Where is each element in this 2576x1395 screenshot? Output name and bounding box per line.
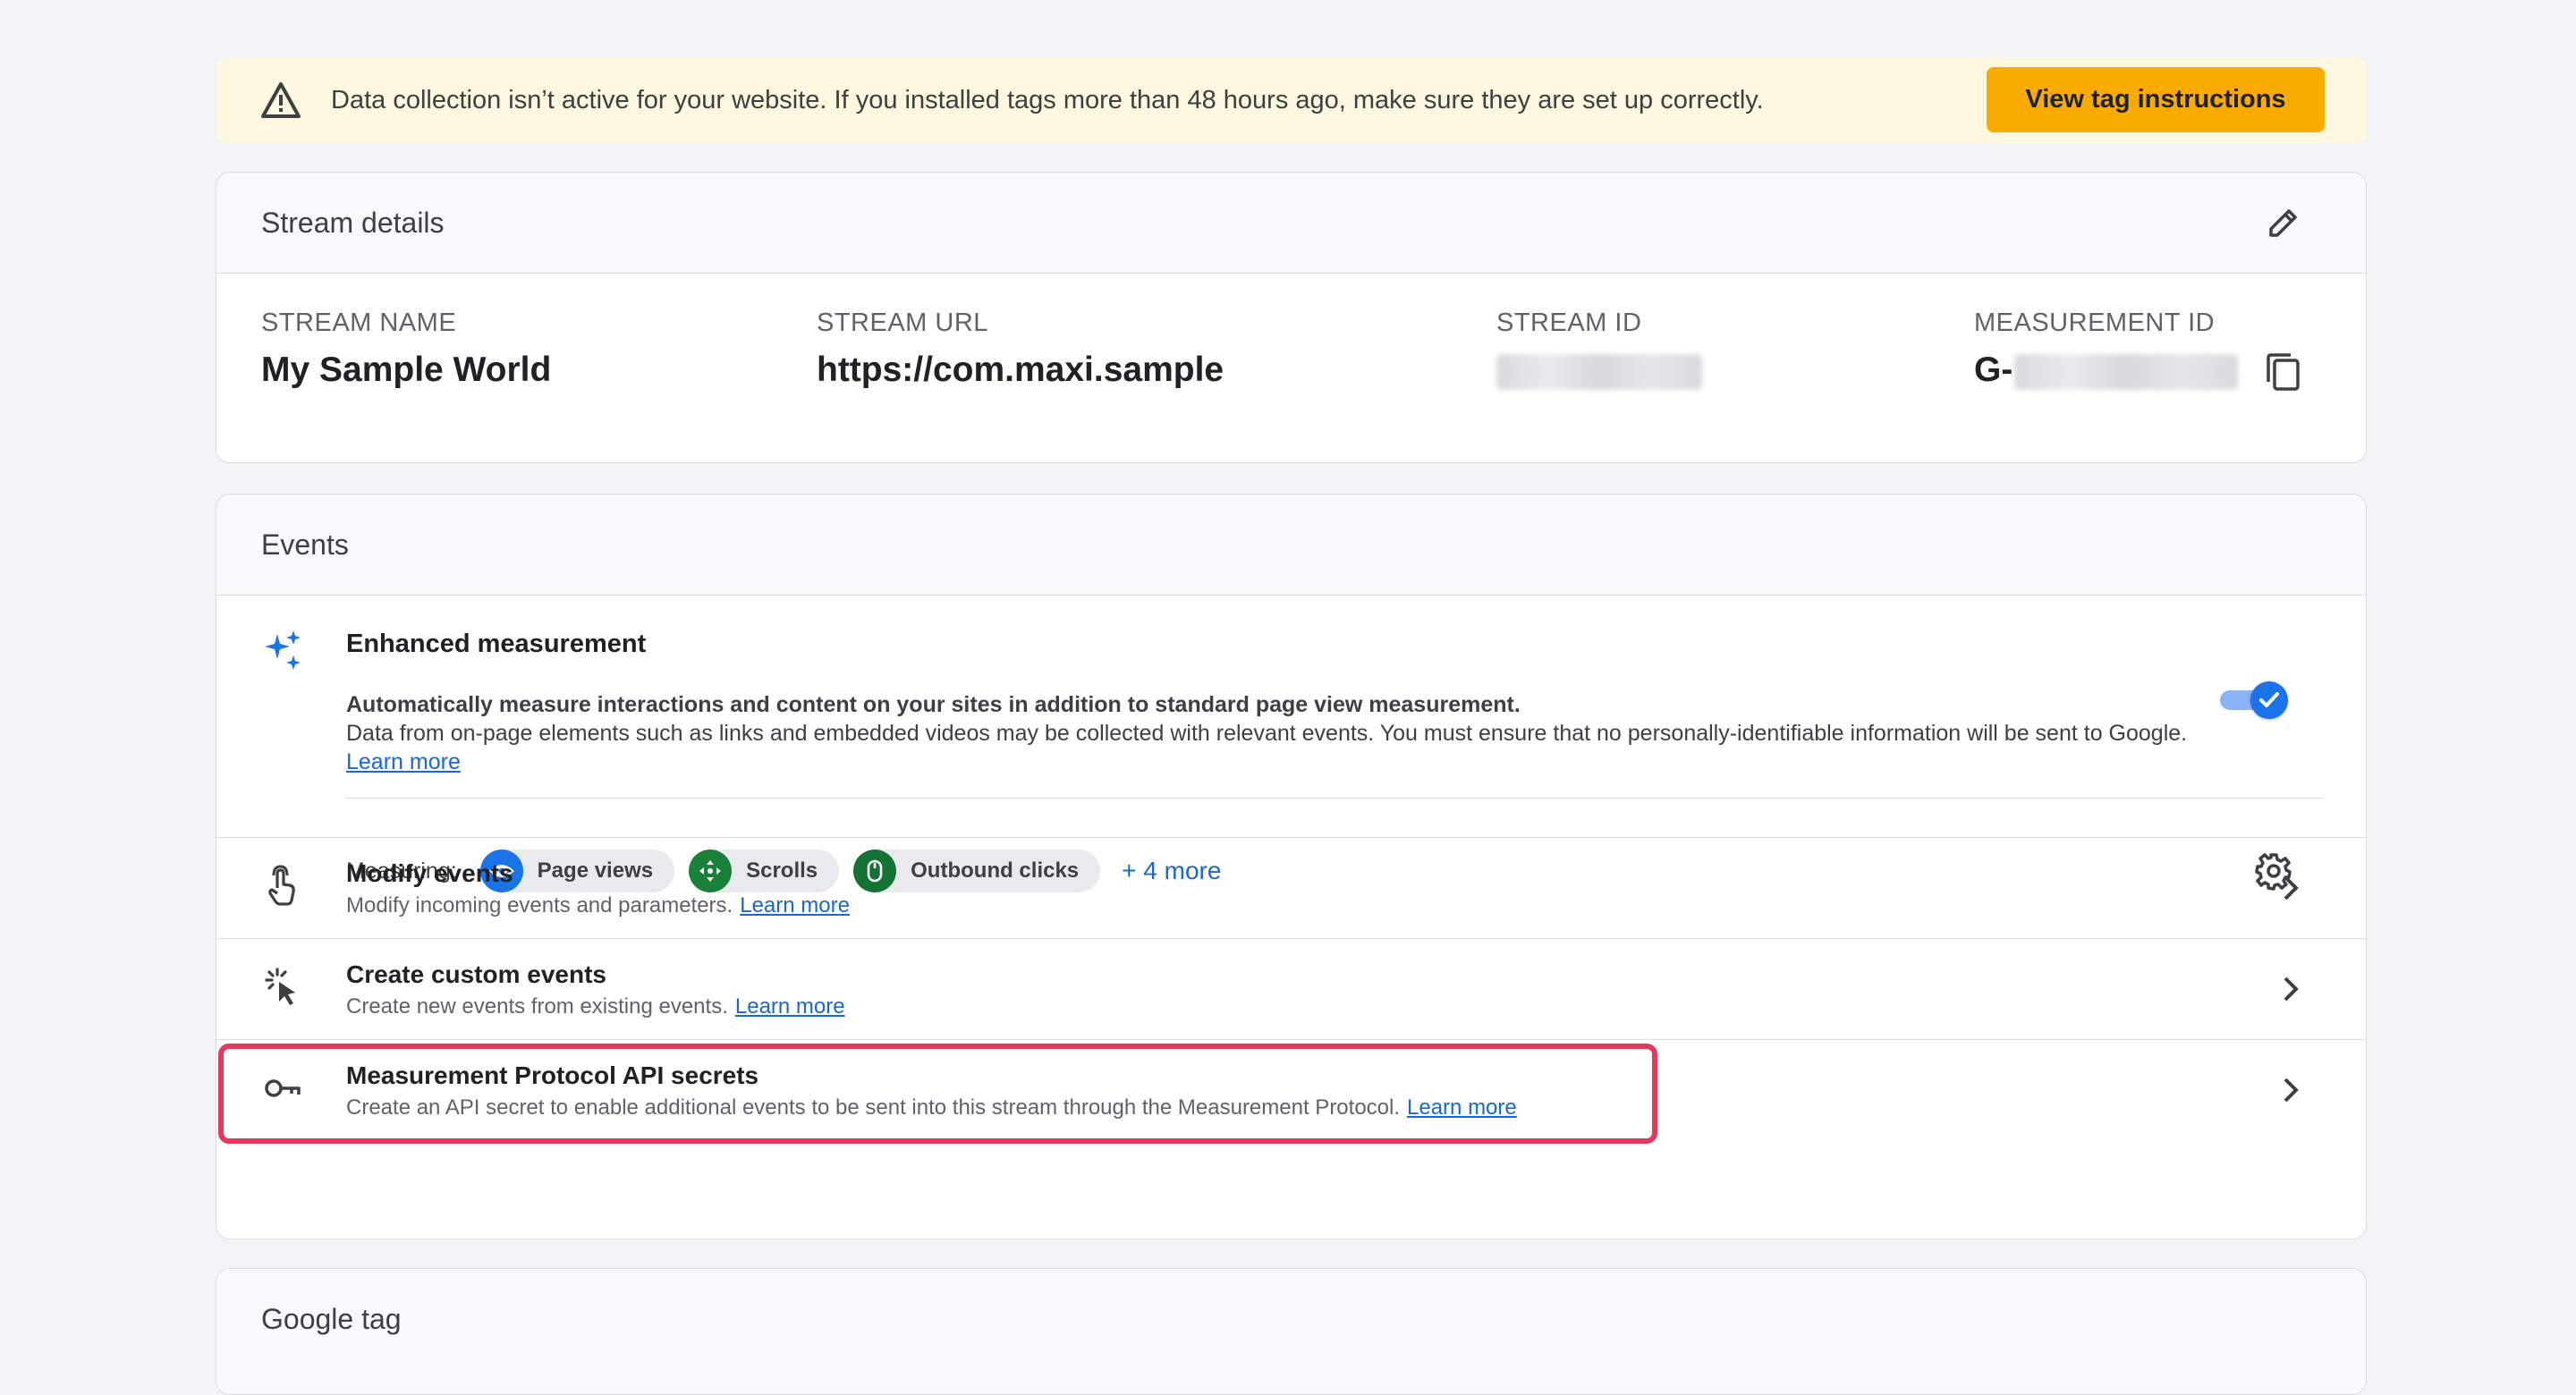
measurement-protocol-api-secrets-title: Measurement Protocol API secrets — [346, 1061, 759, 1089]
modify-events-row[interactable]: Modify events Modify incoming events and… — [216, 838, 2366, 939]
chevron-right-icon — [2284, 875, 2299, 900]
measurement-protocol-learn-more-link[interactable]: Learn more — [1407, 1095, 1517, 1120]
enhanced-measurement-privacy-note: Data from on-page elements such as links… — [346, 721, 2188, 746]
stream-url-field: STREAM URL https://com.maxi.sample — [817, 309, 1224, 393]
stream-name-value: My Sample World — [261, 351, 552, 389]
stream-id-field: STREAM ID — [1496, 309, 1702, 393]
toggle-knob — [2250, 681, 2288, 719]
redacted-measurement-id — [2014, 353, 2239, 390]
measurement-id-field: MEASUREMENT ID G- — [1974, 309, 2239, 393]
row-description-text: Create new events from existing events. — [346, 994, 728, 1019]
measurement-id-prefix: G- — [1974, 351, 2013, 389]
stream-name-label: STREAM NAME — [261, 309, 457, 337]
create-custom-events-description: Create new events from existing events. L… — [346, 994, 845, 1019]
highlight-box — [218, 1044, 1657, 1144]
stream-details-title: Stream details — [261, 207, 445, 239]
warning-icon — [261, 82, 301, 118]
stream-name-field: STREAM NAME My Sample World — [261, 309, 551, 393]
chevron-right-icon — [2284, 1078, 2299, 1103]
stream-url-value: https://com.maxi.sample — [817, 351, 1224, 389]
key-icon — [265, 1079, 301, 1097]
modify-events-description: Modify incoming events and parameters. Le… — [346, 893, 850, 918]
copy-icon[interactable] — [2264, 351, 2301, 393]
google-tag-title: Google tag — [261, 1303, 402, 1335]
stream-details-header: Stream details — [216, 173, 2366, 274]
create-custom-events-title: Create custom events — [346, 960, 607, 988]
measurement-protocol-api-secrets-row[interactable]: Measurement Protocol API secrets Create … — [216, 1040, 2366, 1144]
enhanced-measurement-learn-more-link[interactable]: Learn more — [346, 749, 461, 775]
modify-events-title: Modify events — [346, 859, 513, 887]
enhanced-measurement-description: Automatically measure interactions and c… — [346, 692, 1521, 717]
create-custom-events-row[interactable]: Create custom events Create new events f… — [216, 939, 2366, 1040]
create-custom-events-learn-more-link[interactable]: Learn more — [735, 994, 845, 1019]
events-title: Events — [261, 528, 349, 561]
data-collection-warning-banner: Data collection isn’t active for your we… — [216, 57, 2367, 143]
redacted-stream-id — [1496, 353, 1702, 390]
measurement-id-value: G- — [1974, 351, 2239, 393]
enhanced-measurement-toggle[interactable] — [2220, 681, 2290, 719]
checkmark-icon — [2259, 692, 2279, 707]
enhanced-measurement-title: Enhanced measurement — [346, 630, 647, 658]
stream-id-label: STREAM ID — [1496, 309, 1642, 337]
stream-details-card: Stream details STREAM NAME My Sample Wor… — [216, 172, 2367, 463]
enhanced-measurement-section: Enhanced measurement Automatically measu… — [216, 596, 2366, 892]
sparkle-icon — [265, 630, 301, 670]
measurement-id-label: MEASUREMENT ID — [1974, 309, 2216, 337]
banner-message: Data collection isn’t active for your we… — [331, 86, 1764, 114]
pencil-edit-icon[interactable] — [2266, 205, 2301, 241]
google-tag-header: Google tag — [216, 1269, 2366, 1394]
touch-hand-icon — [268, 865, 295, 906]
chevron-right-icon — [2284, 976, 2299, 1002]
divider — [346, 798, 2323, 799]
row-description-text: Modify incoming events and parameters. — [346, 893, 733, 917]
events-header: Events — [216, 495, 2366, 596]
google-tag-card: Google tag — [216, 1268, 2367, 1395]
row-description-text: Create an API secret to enable additiona… — [346, 1095, 1401, 1120]
stream-url-label: STREAM URL — [817, 309, 988, 337]
click-cursor-icon — [265, 968, 295, 1005]
modify-events-learn-more-link[interactable]: Learn more — [740, 893, 850, 917]
view-tag-instructions-button[interactable]: View tag instructions — [1987, 67, 2325, 132]
measurement-protocol-api-secrets-description: Create an API secret to enable additiona… — [346, 1095, 1517, 1120]
stream-id-value — [1496, 351, 1702, 393]
events-card: Events Enhanced measurement Automaticall… — [216, 494, 2367, 1239]
